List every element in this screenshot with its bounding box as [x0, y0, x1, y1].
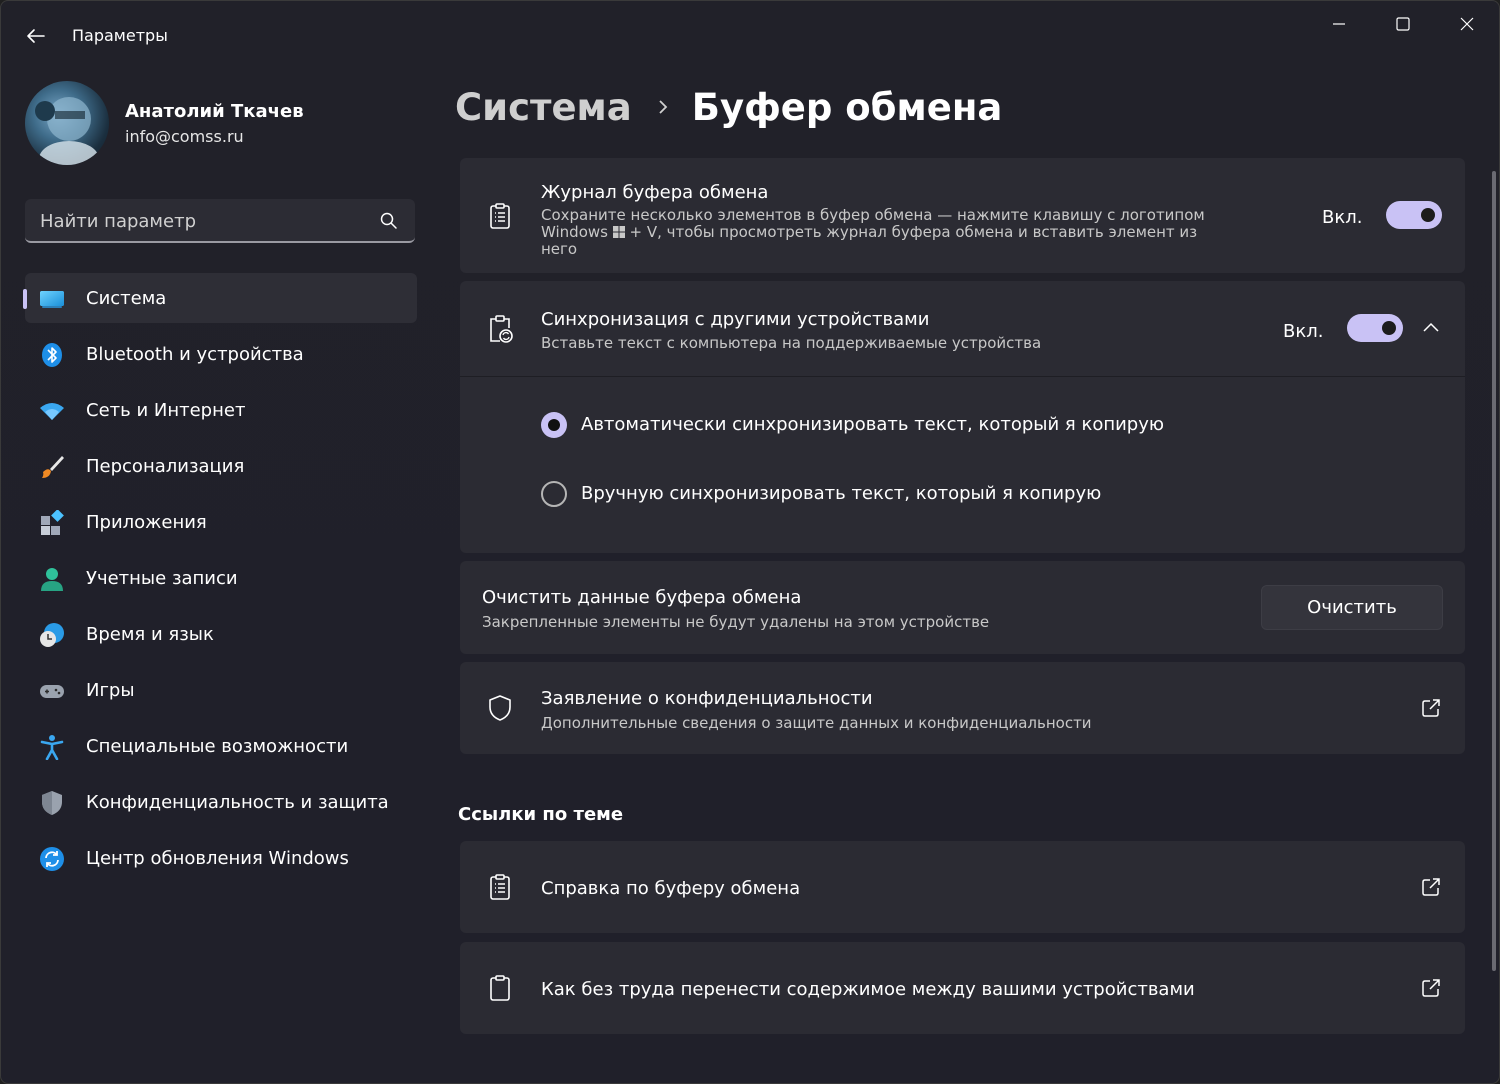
sidebar-item-bluetooth[interactable]: Bluetooth и устройства: [25, 329, 417, 379]
related-link-clipboard-help[interactable]: Справка по буферу обмена: [460, 841, 1465, 933]
search-input[interactable]: Найти параметр: [25, 199, 415, 243]
chevron-up-icon[interactable]: [1420, 317, 1442, 339]
sidebar-item-apps[interactable]: Приложения: [25, 497, 417, 547]
sync-desc: Вставьте текст с компьютера на поддержив…: [541, 334, 1042, 352]
clipboard-list-icon: [486, 202, 514, 230]
related-link-label: Справка по буферу обмена: [541, 878, 801, 899]
sidebar-item-accounts[interactable]: Учетные записи: [25, 553, 417, 603]
account-icon: [39, 566, 65, 592]
external-link-icon[interactable]: [1421, 698, 1441, 718]
sidebar-item-network[interactable]: Сеть и Интернет: [25, 385, 417, 435]
search-placeholder: Найти параметр: [40, 211, 196, 232]
related-link-label: Как без труда перенести содержимое между…: [541, 979, 1195, 1000]
sync-toggle-label: Вкл.: [1283, 321, 1324, 342]
sidebar-item-windows-update[interactable]: Центр обновления Windows: [25, 833, 417, 883]
sidebar-item-label: Учетные записи: [86, 568, 238, 589]
clock-globe-icon: [39, 622, 65, 648]
shield-icon: [39, 790, 65, 816]
minimize-icon[interactable]: [1319, 11, 1359, 37]
breadcrumb-parent[interactable]: Система: [455, 86, 632, 129]
external-link-icon[interactable]: [1421, 978, 1441, 998]
sidebar-item-label: Персонализация: [86, 456, 245, 477]
back-arrow-icon[interactable]: [23, 23, 49, 49]
desc-text: + V, чтобы просмотреть журнал буфера обм…: [629, 223, 1198, 241]
related-link-transfer-content[interactable]: Как без труда перенести содержимое между…: [460, 942, 1465, 1034]
avatar: [25, 81, 109, 165]
sidebar-item-label: Конфиденциальность и защита: [86, 792, 389, 813]
clipboard-icon: [486, 974, 514, 1002]
sidebar-item-time-language[interactable]: Время и язык: [25, 609, 417, 659]
search-icon[interactable]: [379, 211, 399, 231]
user-name: Анатолий Ткачев: [125, 101, 304, 122]
desc-text: Windows: [541, 223, 608, 241]
title-bar: Параметры: [1, 1, 1499, 71]
settings-window: Параметры Анатолий Ткачев info@comss.ru …: [0, 0, 1500, 1084]
chevron-right-icon: [656, 97, 670, 117]
scrollbar[interactable]: [1492, 171, 1496, 971]
clipboard-list-icon: [486, 873, 514, 901]
clipboard-history-card: Журнал буфера обмена Сохраните несколько…: [460, 158, 1465, 273]
sidebar-item-label: Сеть и Интернет: [86, 400, 246, 421]
sidebar-item-label: Игры: [86, 680, 135, 701]
sidebar-item-label: Центр обновления Windows: [86, 848, 349, 869]
sidebar-item-label: Время и язык: [86, 624, 214, 645]
apps-icon: [39, 509, 65, 536]
sidebar-item-label: Система: [86, 288, 167, 309]
sidebar-item-system[interactable]: Система: [23, 273, 417, 323]
accessibility-icon: [39, 734, 65, 761]
bluetooth-icon: [39, 342, 65, 368]
radio-unselected[interactable]: [541, 481, 567, 507]
toggle-knob: [1421, 208, 1435, 222]
clear-button[interactable]: Очистить: [1261, 585, 1443, 630]
external-link-icon[interactable]: [1421, 877, 1441, 897]
clipboard-history-title: Журнал буфера обмена: [541, 182, 769, 203]
maximize-icon[interactable]: [1383, 11, 1423, 37]
toggle-knob: [1382, 321, 1396, 335]
sidebar-item-label: Приложения: [86, 512, 207, 533]
sidebar-nav: Система Bluetooth и устройства Сеть и Ин…: [23, 273, 417, 889]
sidebar-item-privacy[interactable]: Конфиденциальность и защита: [25, 777, 417, 827]
clipboard-history-desc-line1: Сохраните несколько элементов в буфер об…: [541, 206, 1205, 224]
update-icon: [39, 846, 65, 872]
page-title: Буфер обмена: [691, 85, 1003, 129]
sidebar-item-gaming[interactable]: Игры: [25, 665, 417, 715]
shield-outline-icon: [486, 694, 514, 722]
windows-logo-icon: [612, 225, 625, 242]
history-toggle-label: Вкл.: [1322, 207, 1363, 228]
sync-option-label: Вручную синхронизировать текст, который …: [581, 483, 1102, 504]
user-profile[interactable]: Анатолий Ткачев info@comss.ru: [25, 81, 405, 165]
window-title: Параметры: [72, 26, 168, 45]
radio-selected[interactable]: [541, 412, 567, 438]
breadcrumb: Система Буфер обмена: [455, 83, 1002, 131]
brush-icon: [39, 454, 65, 480]
sidebar-item-personalization[interactable]: Персонализация: [25, 441, 417, 491]
system-icon: [39, 286, 65, 312]
clipboard-history-desc-line3: него: [541, 240, 578, 258]
sync-option-label: Автоматически синхронизировать текст, ко…: [581, 414, 1165, 435]
user-email: info@comss.ru: [125, 127, 244, 146]
divider: [460, 376, 1465, 377]
history-toggle[interactable]: [1386, 201, 1442, 229]
sidebar-item-label: Специальные возможности: [86, 736, 349, 757]
clipboard-history-desc-line2: Windows + V, чтобы просмотреть журнал бу…: [541, 224, 1197, 242]
privacy-statement-card[interactable]: Заявление о конфиденциальности Дополните…: [460, 662, 1465, 754]
sidebar-item-accessibility[interactable]: Специальные возможности: [25, 721, 417, 771]
privacy-title: Заявление о конфиденциальности: [541, 688, 873, 709]
sync-toggle[interactable]: [1347, 314, 1403, 342]
related-links-heading: Ссылки по теме: [458, 804, 624, 825]
sync-title: Синхронизация с другими устройствами: [541, 309, 930, 330]
clear-title: Очистить данные буфера обмена: [482, 587, 802, 608]
wifi-icon: [39, 398, 65, 424]
clear-desc: Закрепленные элементы не будут удалены н…: [482, 613, 990, 631]
close-icon[interactable]: [1447, 11, 1487, 37]
clipboard-sync-icon: [486, 314, 514, 343]
privacy-desc: Дополнительные сведения о защите данных …: [541, 714, 1092, 732]
gamepad-icon: [39, 678, 65, 704]
sidebar-item-label: Bluetooth и устройства: [86, 344, 304, 365]
